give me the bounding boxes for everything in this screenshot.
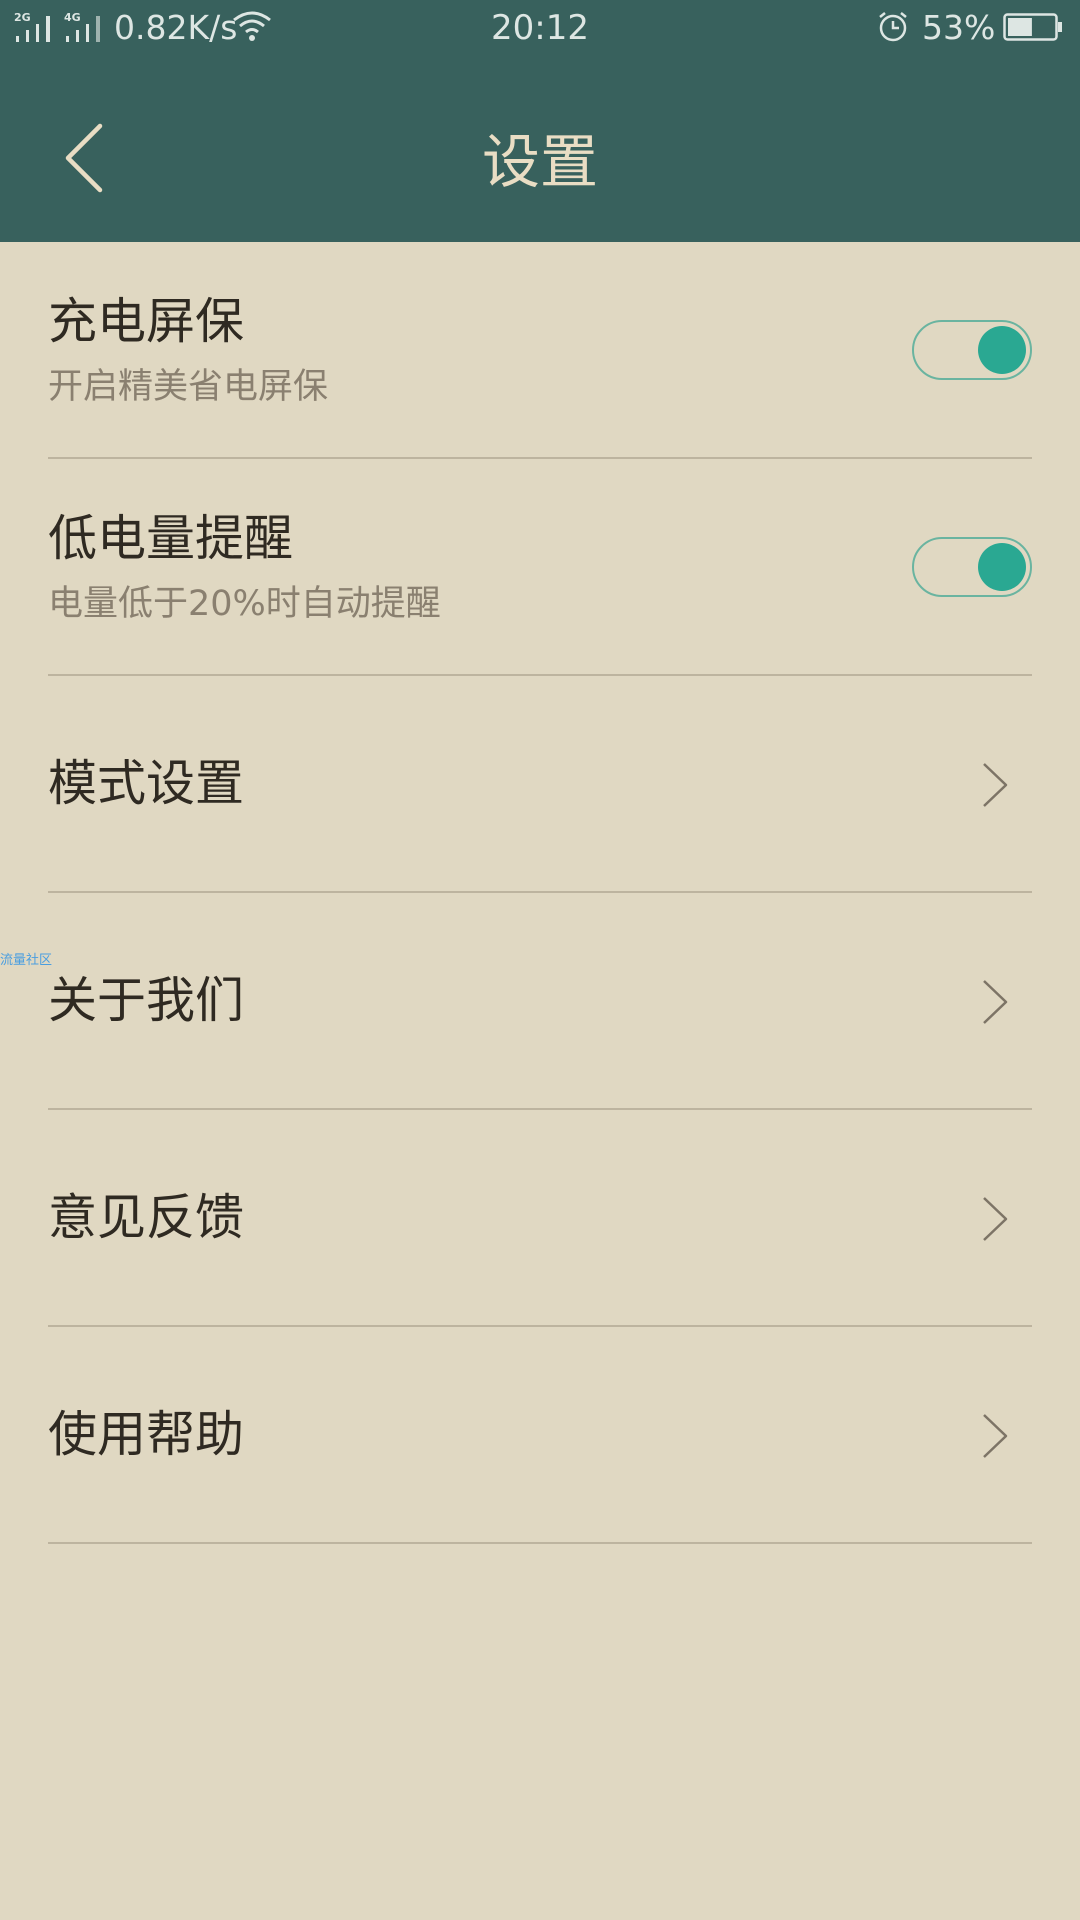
setting-about-us[interactable]: 关于我们 bbox=[0, 893, 1080, 1110]
setting-title: 关于我们 bbox=[48, 972, 245, 1029]
battery-level-fill bbox=[1008, 18, 1032, 36]
setting-title: 使用帮助 bbox=[48, 1406, 245, 1463]
app-header: 2G 4G 0.82K/s 20:12 53% 设置 bbox=[0, 0, 1080, 242]
setting-subtitle: 开启精美省电屏保 bbox=[48, 367, 329, 407]
status-bar: 2G 4G 0.82K/s 20:12 53% bbox=[0, 0, 1080, 60]
divider bbox=[48, 1542, 1032, 1544]
toggle-knob bbox=[978, 543, 1026, 591]
chevron-right-icon bbox=[983, 1197, 1008, 1241]
alarm-icon bbox=[879, 12, 907, 42]
settings-list: 充电屏保 开启精美省电屏保 低电量提醒 电量低于20%时自动提醒 模式设置 关于… bbox=[0, 242, 1080, 1544]
setting-feedback[interactable]: 意见反馈 bbox=[0, 1110, 1080, 1327]
setting-title: 充电屏保 bbox=[48, 293, 245, 350]
setting-title: 模式设置 bbox=[48, 755, 245, 812]
setting-subtitle: 电量低于20%时自动提醒 bbox=[48, 584, 441, 624]
chevron-right-icon bbox=[983, 1414, 1008, 1458]
battery-percent: 53% bbox=[922, 8, 996, 47]
clock: 20:12 bbox=[491, 8, 589, 48]
chevron-right-icon bbox=[983, 763, 1008, 807]
setting-help[interactable]: 使用帮助 bbox=[0, 1327, 1080, 1544]
setting-mode[interactable]: 模式设置 bbox=[0, 676, 1080, 893]
chevron-right-icon bbox=[983, 980, 1008, 1024]
battery-icon bbox=[1003, 13, 1062, 41]
setting-low-battery-reminder[interactable]: 低电量提醒 电量低于20%时自动提醒 bbox=[0, 459, 1080, 676]
low-battery-reminder-toggle[interactable] bbox=[912, 537, 1032, 597]
toggle-knob bbox=[978, 326, 1026, 374]
setting-title: 意见反馈 bbox=[48, 1189, 245, 1246]
charging-screensaver-toggle[interactable] bbox=[912, 320, 1032, 380]
setting-title: 低电量提醒 bbox=[48, 510, 294, 567]
page-title: 设置 bbox=[481, 128, 598, 196]
setting-charging-screensaver[interactable]: 充电屏保 开启精美省电屏保 bbox=[0, 242, 1080, 459]
watermark-label: 流量社区 bbox=[0, 953, 53, 968]
